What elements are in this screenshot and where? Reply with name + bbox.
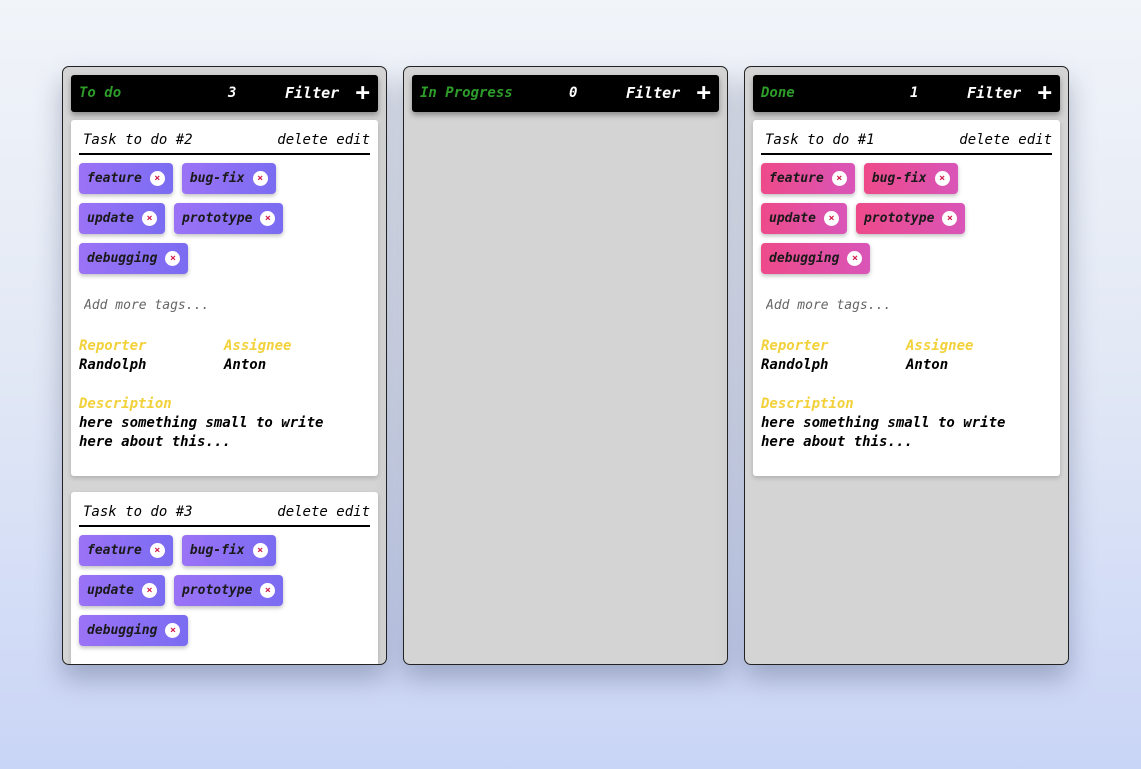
card-title: Task to do #2	[83, 132, 193, 148]
kanban-board: To do 3 Filter + Task to do #2 delete ed…	[0, 0, 1141, 769]
task-card[interactable]: Task to do #3 delete edit feature × bug-f…	[71, 492, 378, 664]
column-in-progress: In Progress 0 Filter +	[403, 66, 728, 665]
column-title: Done	[761, 85, 795, 101]
tag-remove-icon[interactable]: ×	[165, 251, 181, 266]
tag: bug-fix ×	[863, 163, 958, 194]
filter-button[interactable]: Filter	[285, 84, 339, 102]
column-count: 0	[569, 85, 578, 101]
tag-remove-icon[interactable]: ×	[847, 251, 863, 266]
assignee-value: Anton	[224, 357, 267, 373]
tag: bug-fix ×	[181, 163, 276, 194]
tag: feature ×	[761, 163, 855, 194]
add-card-button[interactable]: +	[356, 78, 370, 106]
tag: prototype ×	[173, 203, 284, 234]
card-actions: delete edit	[277, 504, 370, 520]
card-header: Task to do #2 delete edit	[79, 130, 370, 155]
assignee-value: Anton	[906, 357, 949, 373]
tag: feature ×	[79, 163, 173, 194]
column-count: 3	[228, 85, 237, 101]
column-count: 1	[910, 85, 919, 101]
card-title: Task to do #1	[765, 132, 875, 148]
edit-button[interactable]: edit	[336, 132, 370, 148]
tag-list: feature × bug-fix × update × prototype × deb…	[79, 163, 369, 283]
description-label: Description	[79, 396, 172, 412]
tag: feature ×	[79, 535, 173, 566]
column-done: Done 1 Filter + Task to do #1 delete edi…	[744, 66, 1069, 665]
reporter-value: Randolph	[761, 357, 829, 373]
column-header: In Progress 0 Filter +	[412, 75, 719, 112]
card-header: Task to do #3 delete edit	[79, 502, 370, 527]
add-card-button[interactable]: +	[1038, 78, 1052, 106]
edit-button[interactable]: edit	[1018, 132, 1052, 148]
description-text: here something small to write here about…	[79, 415, 324, 450]
add-tags-input[interactable]	[84, 298, 284, 313]
tag: prototype ×	[173, 575, 284, 606]
tag-remove-icon[interactable]: ×	[141, 211, 157, 226]
card-title: Task to do #3	[83, 504, 193, 520]
card-actions: delete edit	[277, 132, 370, 148]
column-todo: To do 3 Filter + Task to do #2 delete ed…	[62, 66, 387, 665]
column-header: Done 1 Filter +	[753, 75, 1060, 112]
tag-remove-icon[interactable]: ×	[260, 211, 276, 226]
tag-remove-icon[interactable]: ×	[942, 211, 958, 226]
reporter-label: Reporter	[79, 338, 147, 354]
reporter-label: Reporter	[761, 338, 829, 354]
tag: prototype ×	[855, 203, 966, 234]
tag-remove-icon[interactable]: ×	[252, 171, 268, 186]
add-card-button[interactable]: +	[697, 78, 711, 106]
tag-remove-icon[interactable]: ×	[934, 171, 950, 186]
delete-button[interactable]: delete	[277, 504, 328, 520]
tag: update ×	[79, 575, 165, 606]
column-header: To do 3 Filter +	[71, 75, 378, 112]
tag-remove-icon[interactable]: ×	[165, 623, 181, 638]
column-title: To do	[79, 85, 122, 101]
tag-remove-icon[interactable]: ×	[260, 583, 276, 598]
column-title: In Progress	[420, 85, 513, 101]
tag-remove-icon[interactable]: ×	[823, 211, 839, 226]
card-actions: delete edit	[959, 132, 1052, 148]
add-tags-input[interactable]	[766, 298, 966, 313]
delete-button[interactable]: delete	[277, 132, 328, 148]
assignee-label: Assignee	[906, 338, 974, 354]
tag: debugging ×	[79, 615, 189, 646]
card-header: Task to do #1 delete edit	[761, 130, 1052, 155]
tag-remove-icon[interactable]: ×	[252, 543, 268, 558]
edit-button[interactable]: edit	[336, 504, 370, 520]
tag: update ×	[761, 203, 847, 234]
tag: update ×	[79, 203, 165, 234]
task-card[interactable]: Task to do #2 delete edit feature × bug-f…	[71, 120, 378, 476]
tag-remove-icon[interactable]: ×	[831, 171, 847, 186]
tag-remove-icon[interactable]: ×	[149, 171, 165, 186]
tag-list: feature × bug-fix × update × prototype × deb…	[79, 535, 369, 655]
reporter-value: Randolph	[79, 357, 147, 373]
tag-list: feature × bug-fix × update × prototype × deb…	[761, 163, 1051, 283]
tag: debugging ×	[761, 243, 871, 274]
assignee-label: Assignee	[224, 338, 292, 354]
filter-button[interactable]: Filter	[626, 84, 680, 102]
description-label: Description	[761, 396, 854, 412]
delete-button[interactable]: delete	[959, 132, 1010, 148]
description-text: here something small to write here about…	[761, 415, 1006, 450]
tag: debugging ×	[79, 243, 189, 274]
tag-remove-icon[interactable]: ×	[141, 583, 157, 598]
filter-button[interactable]: Filter	[967, 84, 1021, 102]
tag: bug-fix ×	[181, 535, 276, 566]
tag-remove-icon[interactable]: ×	[149, 543, 165, 558]
task-card[interactable]: Task to do #1 delete edit feature × bug-f…	[753, 120, 1060, 476]
